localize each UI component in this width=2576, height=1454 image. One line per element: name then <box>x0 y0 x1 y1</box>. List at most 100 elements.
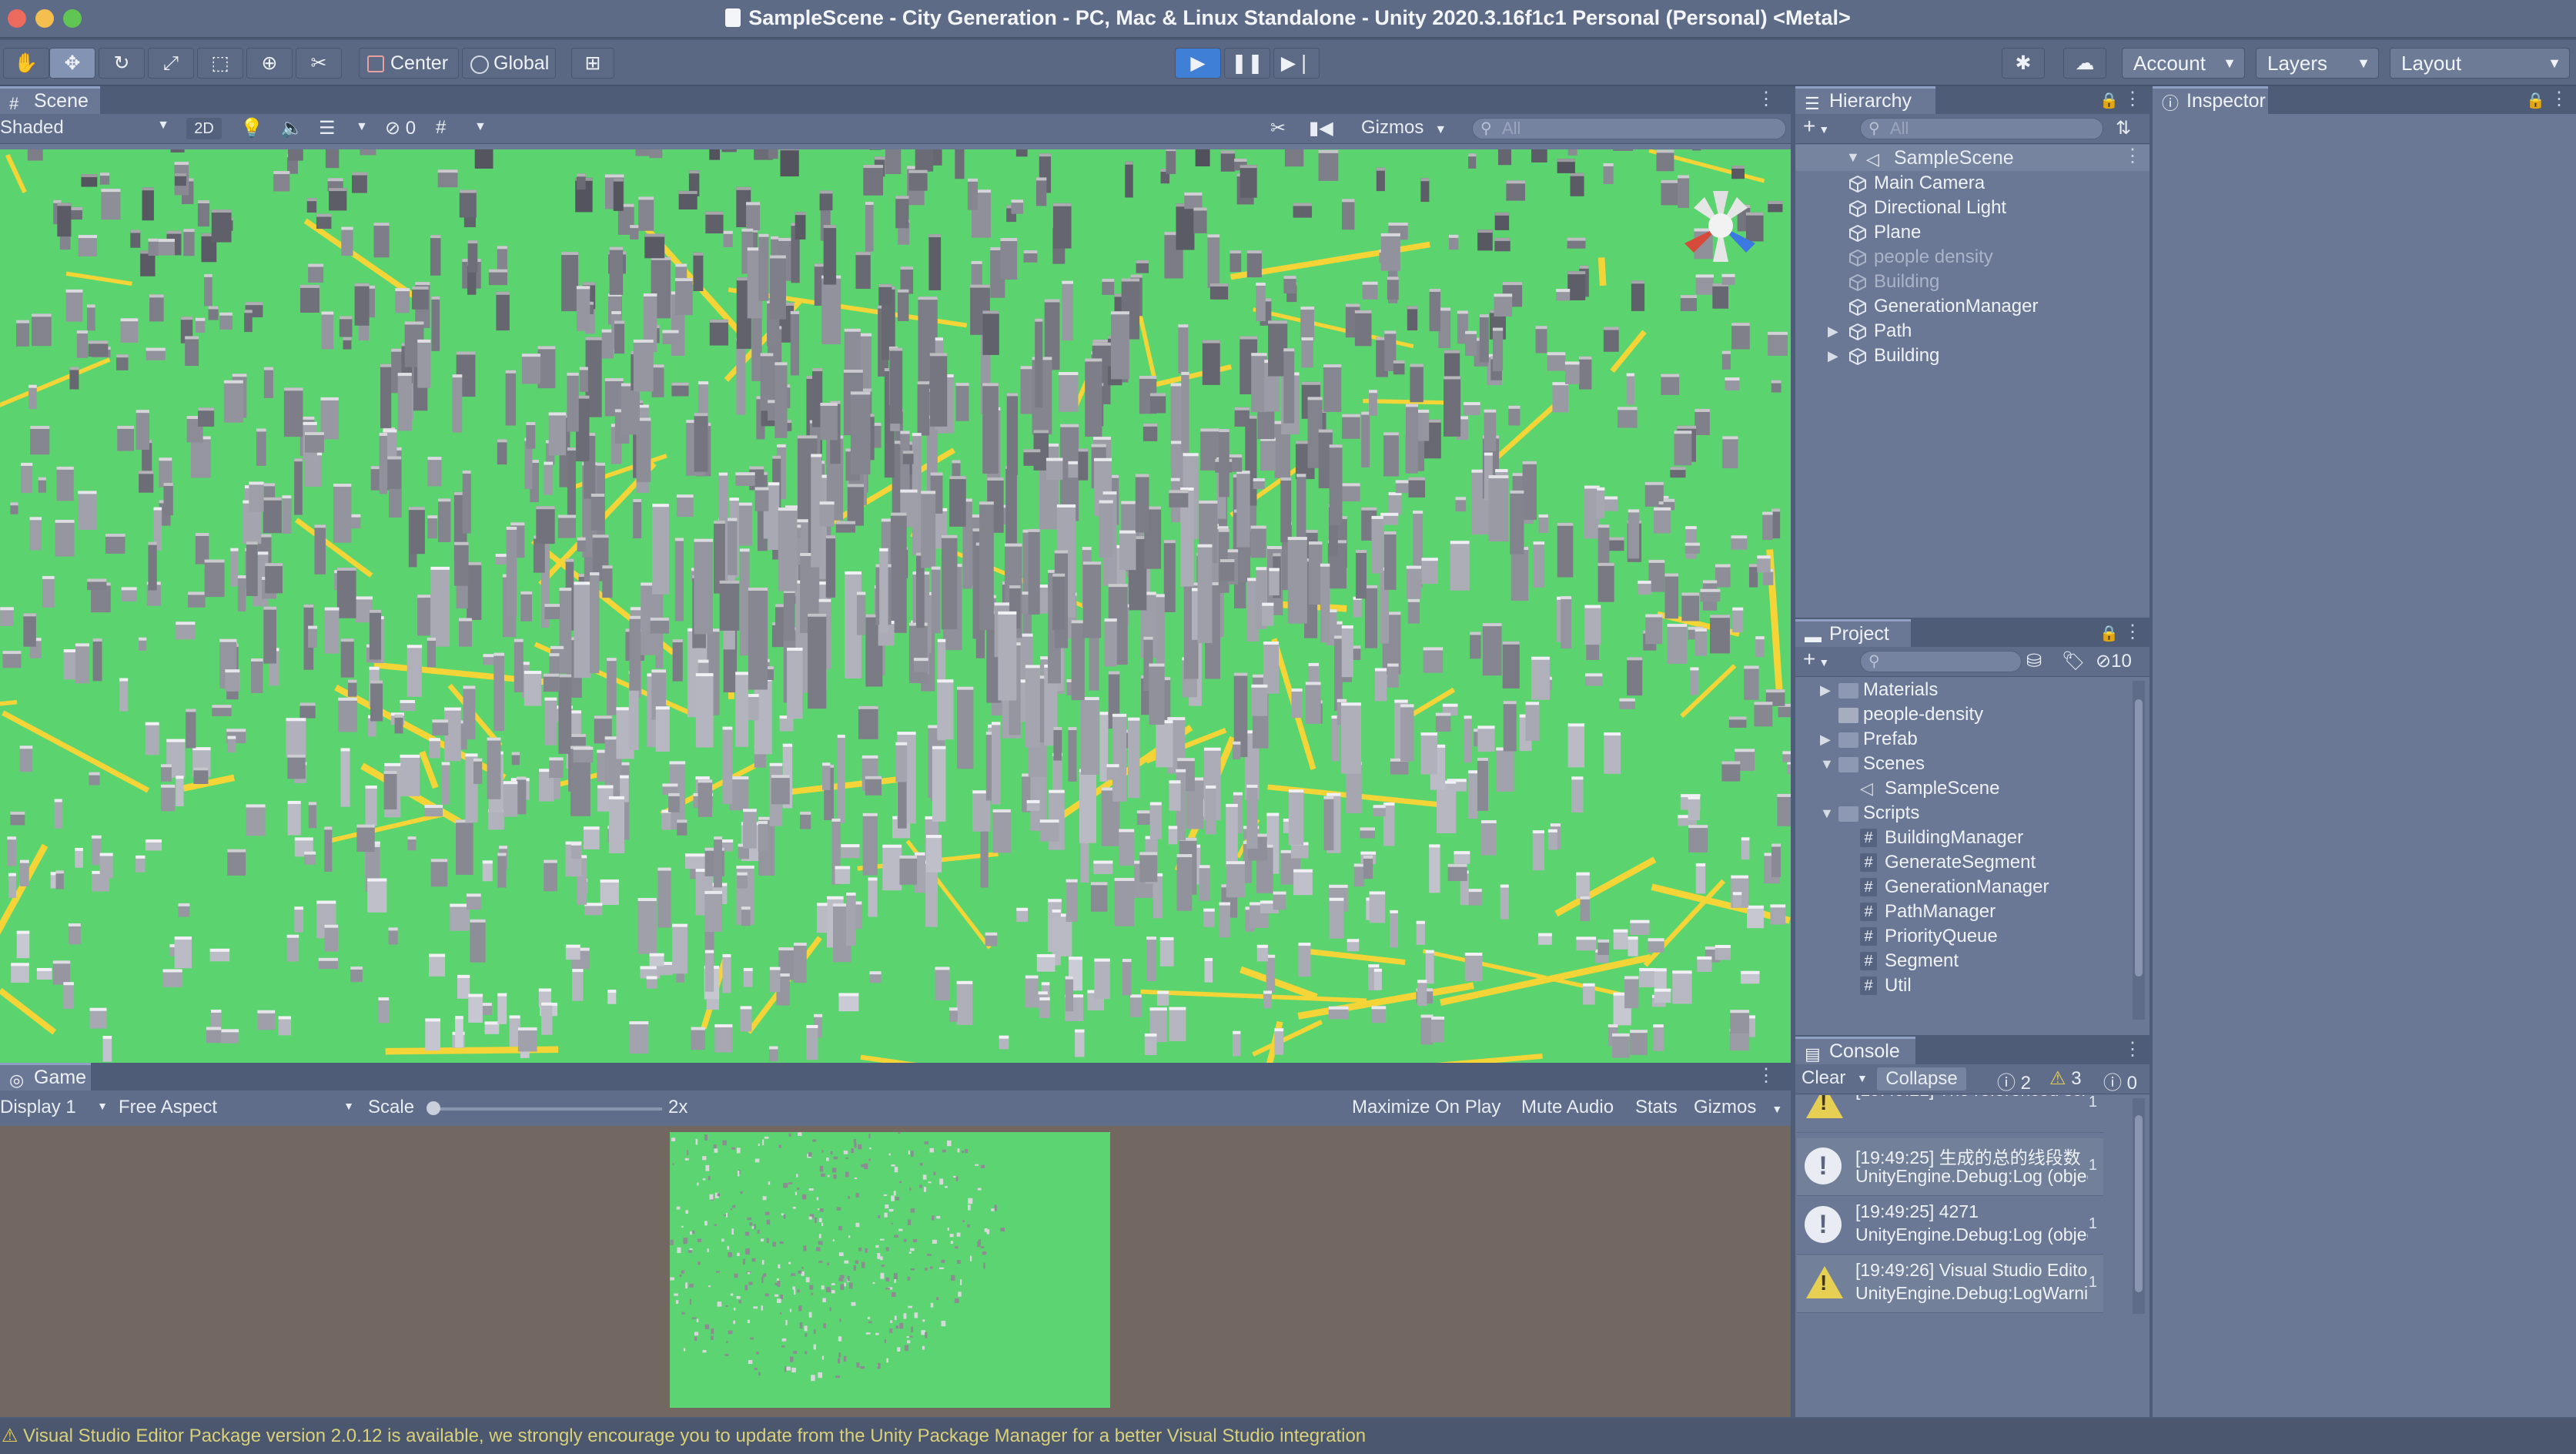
layers-dropdown[interactable]: Layers ▼ <box>2256 48 2379 79</box>
rect-tool-button[interactable]: ⬚ <box>197 48 243 79</box>
console-entry[interactable]: ! [19:49:21] The referenced script1 <box>1797 1095 2103 1133</box>
tab-scene[interactable]: # Scene <box>0 86 100 114</box>
project-item[interactable]: ▶ Prefab <box>1795 727 2126 752</box>
project-create-button[interactable]: + ▼ <box>1803 647 1829 672</box>
lock-icon[interactable]: 🔒 <box>2526 91 2545 110</box>
expanded-arrow-icon[interactable]: ▼ <box>1820 752 1834 776</box>
audio-toggle-icon[interactable]: 🔈 <box>280 117 303 139</box>
account-dropdown[interactable]: Account ▼ <box>2122 48 2245 79</box>
inspector-more-icon[interactable]: ⋮ <box>2550 88 2568 110</box>
custom-tool-button[interactable]: ✂ <box>296 48 342 79</box>
clear-button[interactable]: Clear <box>1802 1067 1845 1089</box>
project-more-icon[interactable]: ⋮ <box>2123 621 2142 643</box>
cloud-icon[interactable]: ☁ <box>2063 48 2106 79</box>
step-button[interactable]: ▶❘ <box>1273 48 1320 79</box>
collab-button[interactable]: ✱ <box>2002 48 2045 79</box>
scale-tool-button[interactable]: ⤢ <box>148 48 194 79</box>
hierarchy-item[interactable]: GenerationManager <box>1795 294 2149 319</box>
grid-toggle-icon[interactable]: # <box>436 117 446 139</box>
collapsed-arrow-icon[interactable]: ▶ <box>1820 727 1831 752</box>
maximize-on-play-toggle[interactable]: Maximize On Play <box>1352 1097 1500 1118</box>
hierarchy-more-icon[interactable]: ⋮ <box>2123 88 2142 110</box>
grid-snap-button[interactable]: ⊞ <box>571 48 614 79</box>
hidden-packages-toggle[interactable]: ⊘10 <box>2096 650 2132 672</box>
shading-mode-dropdown[interactable]: Shaded ▼ <box>0 117 169 139</box>
project-item[interactable]: ▼ Scripts <box>1795 801 2126 826</box>
layout-dropdown[interactable]: Layout ▼ <box>2390 48 2570 79</box>
effects-toggle-icon[interactable]: ☰ <box>319 117 336 139</box>
scene-more-icon[interactable]: ⋮ <box>1757 88 1775 110</box>
collapsed-arrow-icon[interactable]: ▶ <box>1820 678 1831 702</box>
hierarchy-item[interactable]: ▶ Path <box>1795 319 2149 343</box>
project-item[interactable]: ▼ Scenes <box>1795 752 2126 776</box>
transform-tool-button[interactable]: ⊕ <box>246 48 293 79</box>
stats-toggle[interactable]: Stats <box>1635 1097 1678 1118</box>
collapsed-arrow-icon[interactable]: ▶ <box>1828 319 1838 343</box>
grid-dropdown-icon[interactable]: ▼ <box>474 120 487 134</box>
hierarchy-item[interactable]: ▶ Building <box>1795 343 2149 368</box>
mute-audio-toggle[interactable]: Mute Audio <box>1521 1097 1614 1118</box>
tab-inspector[interactable]: ⓘ Inspector <box>2153 86 2268 114</box>
error-filter-toggle[interactable]: ⓘ 0 <box>2103 1067 2137 1094</box>
tools-icon[interactable]: ✂ <box>1270 117 1286 139</box>
status-message[interactable]: Visual Studio Editor Package version 2.0… <box>23 1426 1366 1447</box>
tab-game[interactable]: ◎ Game <box>0 1063 91 1090</box>
project-item[interactable]: # GenerationManager <box>1795 875 2126 900</box>
project-item[interactable]: ▶ Materials <box>1795 678 2126 702</box>
console-more-icon[interactable]: ⋮ <box>2123 1038 2142 1060</box>
expanded-arrow-icon[interactable]: ▼ <box>1820 801 1834 826</box>
project-item[interactable]: # PriorityQueue <box>1795 924 2126 949</box>
gizmos-dropdown[interactable]: Gizmos ▼ <box>1361 117 1447 139</box>
pause-button[interactable]: ❚❚ <box>1224 48 1270 79</box>
lock-icon[interactable]: 🔒 <box>2099 91 2119 110</box>
project-item[interactable]: # GenerateSegment <box>1795 850 2126 875</box>
display-dropdown[interactable]: Display 1 ▼ <box>0 1097 108 1118</box>
scale-slider-track[interactable] <box>431 1107 662 1111</box>
aspect-dropdown[interactable]: Free Aspect ▼ <box>119 1097 354 1118</box>
project-scroll-thumb[interactable] <box>2135 699 2143 977</box>
lighting-toggle-icon[interactable]: 💡 <box>240 117 263 139</box>
console-entry[interactable]: ! [19:49:25] 生成的总的线段数 UnityEngine.Debug:Lo… <box>1797 1138 2103 1196</box>
console-scroll-thumb[interactable] <box>2135 1115 2143 1292</box>
project-item[interactable]: # BuildingManager <box>1795 826 2126 850</box>
play-button[interactable]: ▶ <box>1175 48 1221 79</box>
filter-by-label-icon[interactable]: 🏷 <box>2062 650 2085 672</box>
hierarchy-item[interactable]: Plane <box>1795 220 2149 245</box>
console-scrollbar[interactable] <box>2133 1098 2145 1314</box>
hierarchy-item[interactable]: Directional Light <box>1795 196 2149 220</box>
project-item[interactable]: # Util <box>1795 973 2126 998</box>
orientation-gizmo[interactable] <box>1671 176 1771 276</box>
tab-project[interactable]: ▬ Project <box>1795 619 1911 647</box>
project-item[interactable]: # PathManager <box>1795 900 2126 924</box>
warning-filter-toggle[interactable]: ⚠ 3 <box>2049 1067 2082 1090</box>
game-gizmos-dropdown[interactable]: Gizmos ▼ <box>1694 1097 1782 1118</box>
move-tool-button[interactable]: ✥ <box>49 48 95 79</box>
lock-icon[interactable]: 🔒 <box>2099 624 2119 643</box>
camera-icon[interactable]: ▮◀ <box>1309 117 1333 139</box>
hierarchy-item[interactable]: Main Camera <box>1795 171 2149 196</box>
collapse-toggle[interactable]: Collapse <box>1877 1067 1966 1090</box>
project-scrollbar[interactable] <box>2133 681 2145 1020</box>
collapsed-arrow-icon[interactable]: ▶ <box>1828 343 1838 368</box>
rotate-tool-button[interactable]: ↻ <box>99 48 145 79</box>
console-entry[interactable]: ! [19:49:26] Visual Studio Editor P UnityE… <box>1797 1255 2103 1313</box>
project-search-input[interactable]: ⚲ <box>1860 651 2022 672</box>
clear-options-dropdown[interactable]: ▼ <box>1857 1072 1868 1084</box>
game-more-icon[interactable]: ⋮ <box>1757 1064 1775 1087</box>
hierarchy-item[interactable]: Building <box>1795 270 2149 294</box>
console-entry[interactable]: ! [19:49:25] 4271 UnityEngine.Debug:Log (o… <box>1797 1197 2103 1255</box>
project-item[interactable]: # Segment <box>1795 949 2126 973</box>
pivot-center-button[interactable]: Center <box>359 48 459 79</box>
scene-search-input[interactable]: ⚲ All <box>1472 118 1786 139</box>
hand-tool-button[interactable]: ✋ <box>3 48 49 79</box>
create-button[interactable]: + ▼ <box>1803 114 1829 139</box>
effects-dropdown-icon[interactable]: ▼ <box>356 120 368 134</box>
hierarchy-item[interactable]: people density <box>1795 245 2149 270</box>
info-filter-toggle[interactable]: ⓘ 2 <box>1997 1067 2031 1094</box>
scene-viewport[interactable] <box>0 149 1791 1063</box>
hierarchy-search-input[interactable]: ⚲ All <box>1860 118 2103 139</box>
game-viewport[interactable] <box>0 1126 1791 1417</box>
sort-icon[interactable]: ⇅ <box>2116 117 2131 139</box>
pivot-global-button[interactable]: Global <box>462 48 556 79</box>
scale-slider-handle[interactable] <box>427 1101 440 1115</box>
